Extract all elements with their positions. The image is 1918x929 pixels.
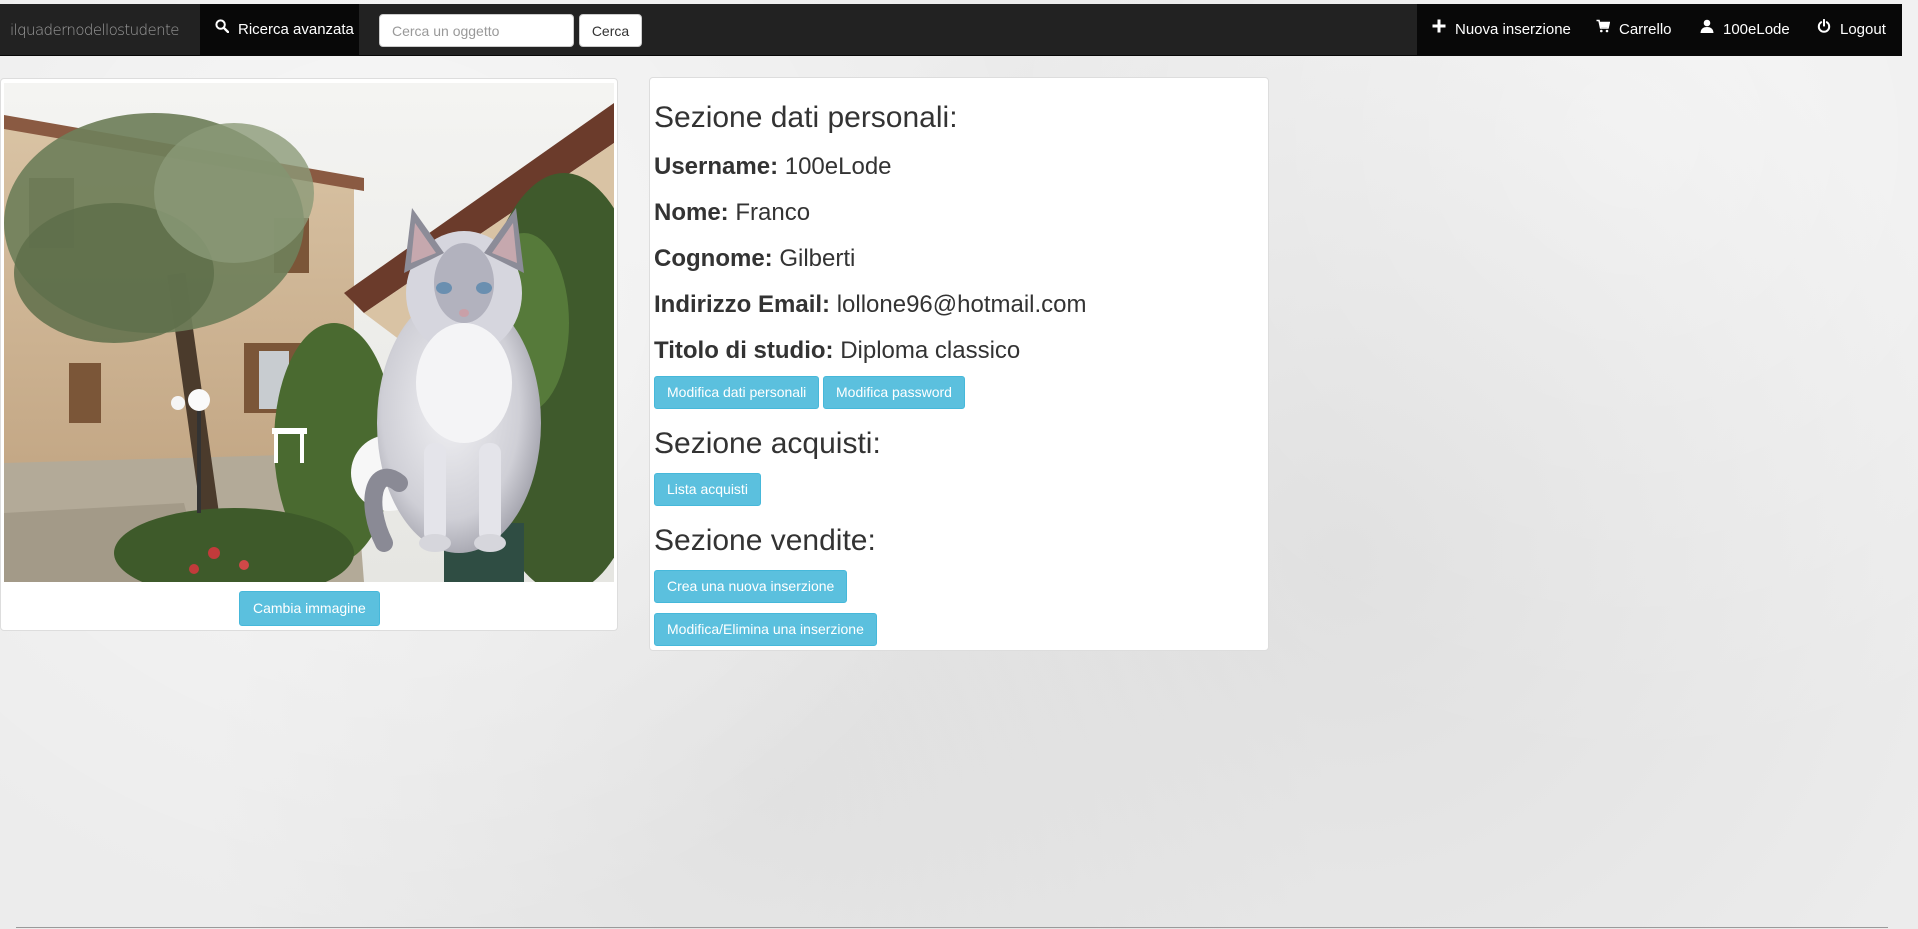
cat-photo-illustration bbox=[4, 83, 614, 582]
username-label: Username: bbox=[654, 153, 779, 180]
purchases-section-title: Sezione acquisti: bbox=[654, 427, 881, 460]
username-value: 100eLode bbox=[784, 153, 892, 180]
email-value: lollone96@hotmail.com bbox=[836, 291, 1087, 318]
last-name-label: Cognome: bbox=[654, 245, 773, 272]
nav-advanced-search[interactable]: Ricerca avanzata bbox=[200, 4, 359, 56]
user-icon bbox=[1700, 3, 1714, 55]
nav-user-label: 100eLode bbox=[1723, 21, 1790, 38]
last-name-value: Gilberti bbox=[779, 245, 856, 272]
create-listing-button[interactable]: Crea una nuova inserzione bbox=[654, 570, 848, 603]
account-info-panel: Sezione dati personali: Username: 100eLo… bbox=[649, 77, 1269, 651]
cart-icon bbox=[1596, 3, 1611, 55]
search-icon bbox=[215, 3, 230, 55]
edit-password-button[interactable]: Modifica password bbox=[823, 376, 965, 409]
email-label: Indirizzo Email: bbox=[654, 291, 831, 318]
first-name-label: Nome: bbox=[654, 199, 729, 226]
first-name-row: Nome: Franco bbox=[654, 199, 810, 227]
sales-section-title: Sezione vendite: bbox=[654, 524, 876, 557]
email-row: Indirizzo Email: lollone96@hotmail.com bbox=[654, 291, 1087, 319]
education-label: Titolo di studio: bbox=[654, 337, 834, 364]
footer-divider bbox=[16, 927, 1888, 928]
brand-logo[interactable]: ilquadernodellostudente bbox=[10, 4, 180, 56]
power-icon bbox=[1817, 3, 1831, 55]
profile-image-panel: Cambia immagine bbox=[0, 78, 618, 631]
nav-new-listing[interactable]: Nuova inserzione bbox=[1432, 4, 1571, 56]
nav-user-profile[interactable]: 100eLode bbox=[1700, 4, 1790, 56]
plus-icon bbox=[1432, 3, 1446, 55]
nav-advanced-search-label: Ricerca avanzata bbox=[238, 21, 354, 38]
purchase-list-button[interactable]: Lista acquisti bbox=[654, 473, 761, 506]
personal-section-title: Sezione dati personali: bbox=[654, 101, 958, 134]
edit-delete-listing-button[interactable]: Modifica/Elimina una inserzione bbox=[654, 613, 877, 646]
username-row: Username: 100eLode bbox=[654, 153, 892, 181]
profile-photo bbox=[4, 83, 614, 582]
search-input[interactable] bbox=[379, 14, 574, 47]
search-button[interactable]: Cerca bbox=[579, 14, 642, 47]
education-value: Diploma classico bbox=[840, 337, 1021, 364]
change-image-button[interactable]: Cambia immagine bbox=[239, 591, 380, 626]
education-row: Titolo di studio: Diploma classico bbox=[654, 337, 1020, 365]
top-navbar: ilquadernodellostudente Ricerca avanzata… bbox=[0, 4, 1902, 56]
nav-logout[interactable]: Logout bbox=[1817, 4, 1886, 56]
nav-cart[interactable]: Carrello bbox=[1596, 4, 1672, 56]
first-name-value: Franco bbox=[735, 199, 811, 226]
edit-personal-data-button[interactable]: Modifica dati personali bbox=[654, 376, 820, 409]
nav-new-listing-label: Nuova inserzione bbox=[1455, 21, 1571, 38]
last-name-row: Cognome: Gilberti bbox=[654, 245, 855, 273]
nav-logout-label: Logout bbox=[1840, 21, 1886, 38]
nav-cart-label: Carrello bbox=[1619, 21, 1672, 38]
user-nav-group: Nuova inserzione Carrello 100eLode Logou… bbox=[1417, 4, 1902, 56]
